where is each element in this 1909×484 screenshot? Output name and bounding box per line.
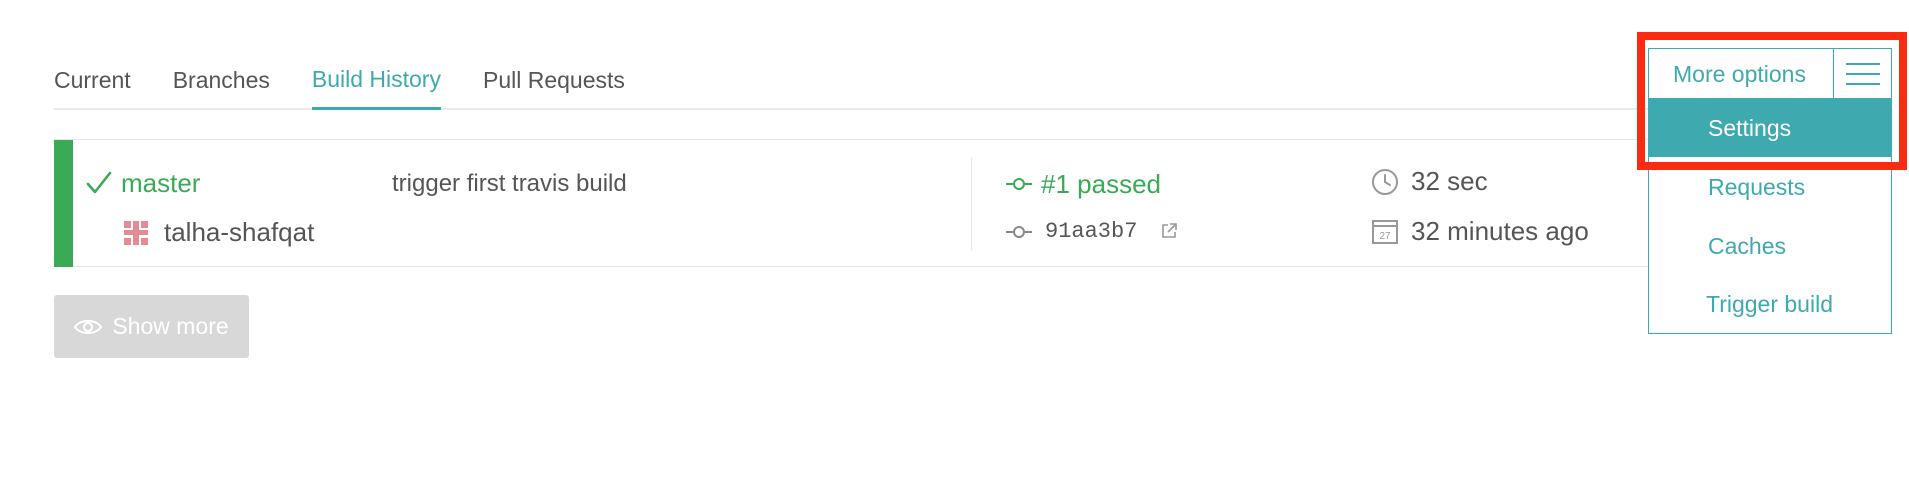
menu-item-settings-label: Settings [1708,115,1792,141]
more-options-dropdown: More options Settings Requests Caches Tr… [1648,48,1892,334]
tab-current[interactable]: Current [54,66,131,108]
menu-item-trigger-build-label: Trigger build [1706,291,1833,317]
more-options-button[interactable]: More options [1673,60,1806,88]
build-duration: 32 sec [1411,166,1488,196]
commit-sha[interactable]: 91aa3b7 [1045,217,1137,247]
hamburger-icon [1846,63,1880,85]
branch-name[interactable]: master [121,167,200,199]
calendar-day: 27 [1379,231,1391,242]
avatar [121,218,151,248]
tab-pull-requests[interactable]: Pull Requests [483,66,625,108]
more-options-header: More options [1649,49,1891,99]
row-divider [971,158,972,250]
commit-sha-icon [1006,226,1032,238]
clock-icon [1372,169,1398,195]
build-number-status[interactable]: #1 passed [1041,168,1161,200]
build-finished-time: 32 minutes ago [1411,216,1589,246]
tab-branches[interactable]: Branches [173,66,270,108]
page: Current Branches Build History Pull Requ… [0,0,1909,484]
menu-item-trigger-build[interactable]: Trigger build [1649,275,1891,333]
commit-author: talha-shafqat [164,217,315,247]
menu-item-settings[interactable]: Settings [1649,99,1891,157]
tab-bar: Current Branches Build History Pull Requ… [54,48,1674,110]
menu-item-requests[interactable]: Requests [1649,158,1891,216]
menu-item-requests-label: Requests [1708,174,1806,200]
build-status-bar [54,140,73,267]
show-more-button[interactable]: Show more [54,295,249,358]
show-more-label: Show more [112,313,229,339]
menu-item-caches[interactable]: Caches [1649,217,1891,275]
commit-message: trigger first travis build [392,170,627,197]
external-link-icon[interactable] [1160,222,1178,240]
hamburger-button[interactable] [1833,49,1891,98]
check-icon [86,171,112,194]
menu-item-caches-label: Caches [1708,233,1786,259]
tab-build-history[interactable]: Build History [311,65,441,110]
build-row[interactable]: master trigger first travis build talha-… [54,139,1674,267]
commit-icon [1006,178,1032,190]
eye-icon [74,319,103,334]
calendar-icon: 27 [1372,220,1398,244]
